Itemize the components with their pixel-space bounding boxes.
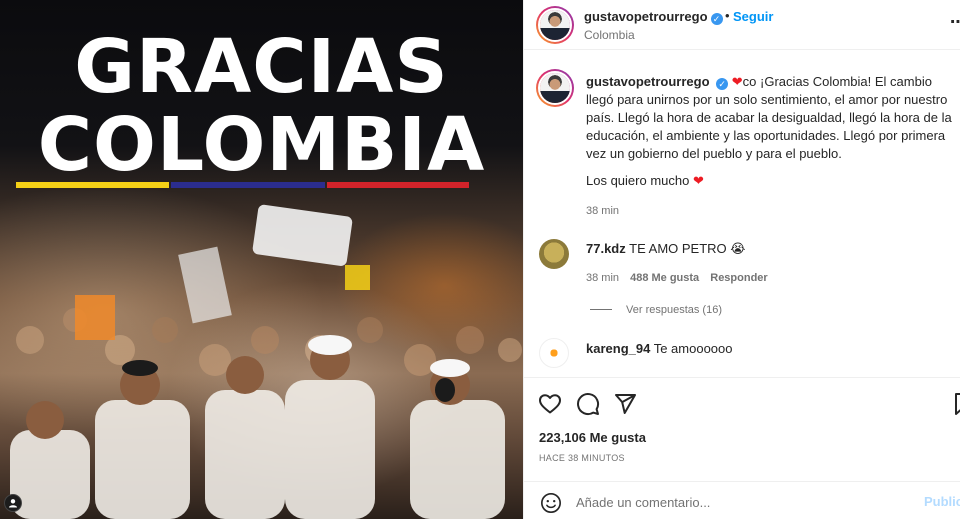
follow-button[interactable]: Seguir: [733, 9, 773, 24]
flag-stripe-yellow: [16, 182, 169, 188]
caption-signoff-text: Los quiero mucho: [586, 173, 690, 188]
view-replies-button[interactable]: Ver respuestas (16): [590, 304, 722, 316]
header-separator: •: [725, 8, 730, 23]
comment-meta: 38 min 488 Me gusta Responder: [586, 272, 776, 284]
more-options-icon[interactable]: ⋯: [950, 12, 960, 32]
post-location[interactable]: Colombia: [584, 28, 635, 42]
comment-username[interactable]: 77.kdz: [586, 241, 626, 256]
image-title-line2: COLOMBIA: [37, 102, 486, 188]
comment-text: kareng_94 Te amoooooo: [586, 341, 733, 356]
comment-body: TE AMO PETRO: [629, 241, 727, 256]
caption-signoff: Los quiero mucho ❤: [586, 173, 704, 189]
emoji-picker-icon[interactable]: [540, 492, 562, 514]
post-image[interactable]: GRACIAS COLOMBIA: [0, 0, 523, 519]
post-detail-view: GRACIAS COLOMBIA gustavopetrourrego ✓ • S…: [0, 0, 960, 519]
caption-text: gustavopetrourrego ✓ ❤co ¡Gracias Colomb…: [586, 73, 958, 163]
author-username-text[interactable]: gustavopetrourrego: [584, 9, 708, 24]
comment-text: 77.kdz TE AMO PETRO 😭: [586, 241, 745, 257]
comment-avatar[interactable]: [539, 338, 569, 368]
caption-username[interactable]: gustavopetrourrego: [586, 74, 710, 89]
caption-author-avatar[interactable]: [536, 69, 574, 107]
likes-count[interactable]: 223,106 Me gusta: [539, 430, 646, 445]
verified-badge-icon: ✓: [710, 13, 723, 25]
add-comment-input[interactable]: [576, 492, 896, 512]
comment-avatar[interactable]: [539, 239, 569, 269]
view-replies-label[interactable]: Ver respuestas (16): [626, 304, 722, 316]
heart-emoji-icon: ❤: [692, 173, 704, 188]
post-header: gustavopetrourrego ✓ • Seguir Colombia ⋯: [524, 0, 960, 50]
publish-button[interactable]: Publicar: [924, 494, 960, 509]
comments-section[interactable]: gustavopetrourrego ✓ ❤co ¡Gracias Colomb…: [524, 51, 960, 377]
reply-button[interactable]: Responder: [710, 272, 767, 284]
crowd-illustration: [10, 204, 522, 519]
caption-author-face-image: [540, 73, 570, 103]
author-avatar[interactable]: [536, 6, 574, 44]
author-face-image: [540, 10, 570, 40]
comment-bubble-icon[interactable]: [576, 392, 600, 416]
comment-username[interactable]: kareng_94: [586, 341, 650, 356]
caption-timestamp[interactable]: 38 min: [586, 205, 619, 217]
verified-badge-icon: ✓: [716, 78, 729, 90]
save-bookmark-icon[interactable]: [952, 392, 960, 416]
add-comment-bar: Publicar: [524, 481, 960, 519]
flag-stripe-red: [327, 182, 469, 188]
tagged-user-icon[interactable]: [4, 494, 22, 512]
comment-likes[interactable]: 488 Me gusta: [630, 272, 699, 284]
crying-emoji-icon: 😭: [730, 241, 746, 256]
post-actions: 223,106 Me gusta HACE 38 MINUTOS Publica…: [524, 377, 960, 519]
image-title-line1: GRACIAS: [74, 24, 449, 110]
post-timestamp[interactable]: HACE 38 MINUTOS: [539, 453, 625, 463]
flag-stripe-blue: [171, 182, 325, 188]
comment-time[interactable]: 38 min: [586, 272, 619, 284]
author-username[interactable]: gustavopetrourrego ✓: [584, 9, 723, 25]
replies-divider: [590, 309, 612, 310]
heart-emoji-icon: ❤: [731, 74, 743, 89]
post-side-panel: gustavopetrourrego ✓ • Seguir Colombia ⋯ …: [523, 0, 960, 519]
comment-body: Te amoooooo: [653, 341, 733, 356]
like-heart-icon[interactable]: [538, 392, 562, 416]
share-paper-plane-icon[interactable]: [613, 392, 637, 416]
